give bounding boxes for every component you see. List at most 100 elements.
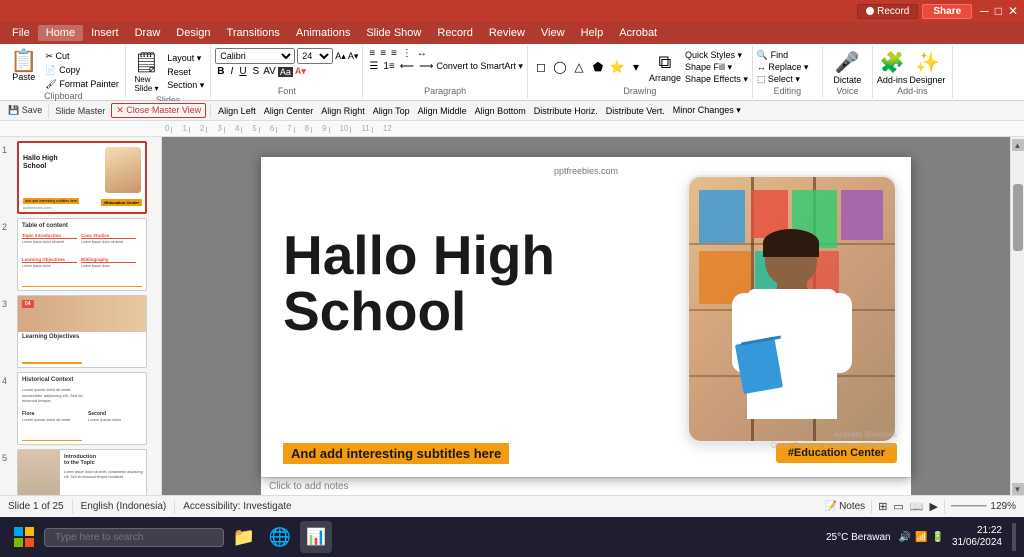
menu-item-home[interactable]: Home [38, 25, 83, 41]
quick-styles-button[interactable]: Quick Styles ▾ [685, 50, 748, 61]
minimize-button[interactable]: ─ [980, 4, 989, 18]
cut-button[interactable]: ✂ Cut [43, 50, 120, 63]
strikethrough-button[interactable]: S [251, 66, 262, 77]
shape-1[interactable]: ◻ [532, 60, 550, 74]
align-right-icon[interactable]: ≡ [389, 48, 399, 59]
dictate-button[interactable]: 🎤 Dictate [833, 50, 861, 85]
align-center-btn[interactable]: Align Center [261, 105, 317, 117]
status-bar: Slide 1 of 25 English (Indonesia) Access… [0, 495, 1024, 517]
right-scrollbar[interactable]: ▲ ▼ [1010, 137, 1024, 495]
taskbar-icon-edge[interactable]: 🌐 [264, 521, 296, 553]
notes-status-btn[interactable]: 📝 Notes [825, 501, 866, 512]
slide-thumbnail-5[interactable]: 5 Introductionto the Topic Lorem ipsum d… [2, 449, 159, 495]
shape-more[interactable]: ▾ [627, 60, 645, 74]
menu-item-file[interactable]: File [4, 25, 38, 41]
share-button[interactable]: Share [922, 4, 972, 19]
indent-less-icon[interactable]: ⟵ [398, 61, 416, 72]
slide-url-top: pptfreebies.com [548, 165, 624, 177]
shape-2[interactable]: ◯ [551, 60, 569, 74]
slide-thumbnail-4[interactable]: 4 Historical Context Lorem ipsum dolor s… [2, 372, 159, 445]
start-button[interactable] [8, 521, 40, 553]
align-right-btn[interactable]: Align Right [318, 105, 368, 117]
menu-item-help[interactable]: Help [573, 25, 612, 41]
view-slideshow-btn[interactable]: ▶ [930, 500, 938, 513]
shape-fill-button[interactable]: Shape Fill ▾ [685, 62, 748, 73]
slide-canvas[interactable]: pptfreebies.com Hallo High School And ad… [261, 157, 911, 477]
menu-item-design[interactable]: Design [168, 25, 218, 41]
close-master-button[interactable]: ✕ Close Master View [111, 103, 206, 118]
align-left-btn[interactable]: Align Left [215, 105, 259, 117]
menu-item-slideshow[interactable]: Slide Show [358, 25, 429, 41]
copy-button[interactable]: 📄 Copy [43, 64, 120, 77]
view-normal-btn[interactable]: ⊞ [878, 500, 887, 513]
italic-button[interactable]: I [229, 66, 236, 77]
slide-thumbnail-3[interactable]: 3 04 Learning Objectives [2, 295, 159, 368]
arrange-button[interactable]: ⧉ Arrange [647, 52, 683, 83]
indent-more-icon[interactable]: ⟶ [417, 61, 435, 72]
designer-button[interactable]: ✨ Designer [909, 50, 945, 85]
distribute-h-btn[interactable]: Distribute Horiz. [531, 105, 601, 117]
menu-item-record[interactable]: Record [429, 25, 480, 41]
minor-changes-btn[interactable]: Minor Changes ▾ [670, 104, 744, 117]
menu-item-acrobat[interactable]: Acrobat [611, 25, 665, 41]
show-desktop-btn[interactable] [1012, 523, 1016, 551]
ribbon: 📋 Paste ✂ Cut 📄 Copy 🖌 Format Painter Cl… [0, 44, 1024, 101]
maximize-button[interactable]: □ [995, 4, 1002, 18]
slide-thumbnail-1[interactable]: 1 Hallo HighSchool #Education Center And… [2, 141, 159, 214]
view-reading-btn[interactable]: 📖 [910, 500, 924, 513]
shape-5[interactable]: ⭐ [608, 60, 626, 74]
record-button[interactable]: Record [857, 4, 918, 19]
align-bottom-btn[interactable]: Align Bottom [472, 105, 529, 117]
ribbon-group-addins: 🧩 Add-ins ✨ Designer Add-ins [873, 46, 953, 98]
align-middle-btn[interactable]: Align Middle [415, 105, 470, 117]
shape-4[interactable]: ⬟ [589, 60, 607, 74]
shape-effects-button[interactable]: Shape Effects ▾ [685, 74, 748, 85]
shape-3[interactable]: △ [570, 60, 588, 74]
underline-button[interactable]: U [237, 66, 248, 77]
clipboard-label: Clipboard [6, 91, 121, 101]
ribbon-group-voice: 🎤 Dictate Voice [823, 46, 873, 98]
font-family-select[interactable]: Calibri [215, 48, 295, 64]
taskbar-icon-files[interactable]: 📁 [228, 521, 260, 553]
zoom-controls[interactable]: ───── 129% [951, 501, 1016, 512]
slide-title[interactable]: Hallo High School [283, 227, 555, 339]
numbering-icon[interactable]: 1≡ [381, 61, 396, 72]
close-button[interactable]: ✕ [1008, 4, 1018, 18]
column-icon[interactable]: ⋮ [400, 48, 414, 59]
paste-button[interactable]: 📋 Paste [6, 48, 41, 84]
slide-master-button[interactable]: Slide Master [51, 105, 109, 117]
taskbar-temp: 25°C Berawan [826, 532, 891, 543]
slide-subtitle[interactable]: And add interesting subtitles here [283, 443, 509, 464]
bold-button[interactable]: B [215, 66, 226, 77]
layout-button[interactable]: Layout ▾ [165, 52, 206, 65]
menu-item-transitions[interactable]: Transitions [219, 25, 288, 41]
slide-thumbnail-2[interactable]: 2 Table of content Topic Introduction Lo… [2, 218, 159, 291]
replace-button[interactable]: ↔ Replace ▾ [757, 62, 809, 73]
find-button[interactable]: 🔍 Find [757, 50, 809, 61]
font-size-select[interactable]: 24 [297, 48, 333, 64]
save-master-button[interactable]: 💾 Save [4, 104, 46, 117]
view-slide-btn[interactable]: ▭ [893, 500, 903, 513]
section-button[interactable]: Section ▾ [165, 79, 206, 92]
distribute-v-btn[interactable]: Distribute Vert. [603, 105, 668, 117]
menu-item-draw[interactable]: Draw [127, 25, 169, 41]
accessibility-status[interactable]: Accessibility: Investigate [183, 501, 291, 512]
notes-bar[interactable]: Click to add notes [261, 477, 911, 495]
paragraph-label: Paragraph [367, 86, 523, 96]
new-slide-button[interactable]: 🗒 NewSlide ▾ [130, 48, 163, 95]
align-left-icon[interactable]: ≡ [367, 48, 377, 59]
reset-button[interactable]: Reset [165, 66, 206, 78]
bullets-icon[interactable]: ☰ [367, 61, 380, 72]
menu-item-animations[interactable]: Animations [288, 25, 358, 41]
align-top-btn[interactable]: Align Top [370, 105, 413, 117]
menu-item-insert[interactable]: Insert [83, 25, 127, 41]
taskbar-search-input[interactable] [44, 528, 224, 547]
taskbar-icon-powerpoint[interactable]: 📊 [300, 521, 332, 553]
menu-item-review[interactable]: Review [481, 25, 533, 41]
align-center-icon[interactable]: ≡ [378, 48, 388, 59]
format-painter-button[interactable]: 🖌 Format Painter [43, 78, 120, 91]
text-direction-icon[interactable]: ↔ [415, 48, 429, 59]
select-button[interactable]: ⬚ Select ▾ [757, 74, 809, 85]
menu-item-view[interactable]: View [533, 25, 573, 41]
add-ins-button[interactable]: 🧩 Add-ins [877, 50, 908, 85]
